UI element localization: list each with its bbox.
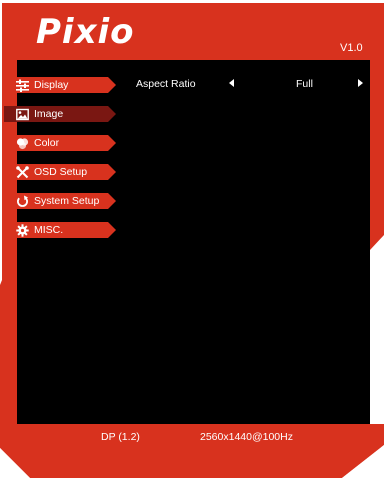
menu-item-label: Image: [34, 108, 64, 120]
menu-item-color[interactable]: Color: [4, 135, 116, 151]
menu-item-label: OSD Setup: [34, 166, 88, 178]
osd-frame: [0, 3, 384, 478]
osd-window: Pixio V1.0 Display Image Color OSD Setup…: [0, 0, 384, 478]
menu-item-system-setup[interactable]: System Setup: [4, 193, 116, 209]
firmware-version: V1.0: [340, 42, 363, 54]
menu-item-label: Color: [34, 137, 60, 149]
pixio-logo: Pixio: [36, 12, 135, 52]
menu-item-label: Display: [34, 79, 69, 91]
sliders-icon: [16, 79, 29, 92]
decrease-arrow-icon[interactable]: [229, 79, 234, 87]
aspect-ratio-value[interactable]: Full: [296, 78, 313, 90]
image-icon: [16, 108, 29, 121]
menu-item-misc[interactable]: MISC.: [4, 222, 116, 238]
menu-item-label: System Setup: [34, 195, 100, 207]
menu-item-image[interactable]: Image: [4, 106, 116, 122]
increase-arrow-icon[interactable]: [358, 79, 363, 87]
gear-icon: [16, 224, 29, 237]
reset-icon: [17, 195, 28, 207]
menu-item-display[interactable]: Display: [4, 77, 116, 93]
input-source-status: DP (1.2): [101, 431, 140, 443]
palette-icon: [16, 138, 29, 150]
menu-item-label: MISC.: [34, 224, 64, 236]
menu-item-osd-setup[interactable]: OSD Setup: [4, 164, 116, 180]
aspect-ratio-label: Aspect Ratio: [136, 78, 196, 90]
tools-icon: [16, 166, 29, 179]
resolution-status: 2560x1440@100Hz: [200, 431, 293, 443]
